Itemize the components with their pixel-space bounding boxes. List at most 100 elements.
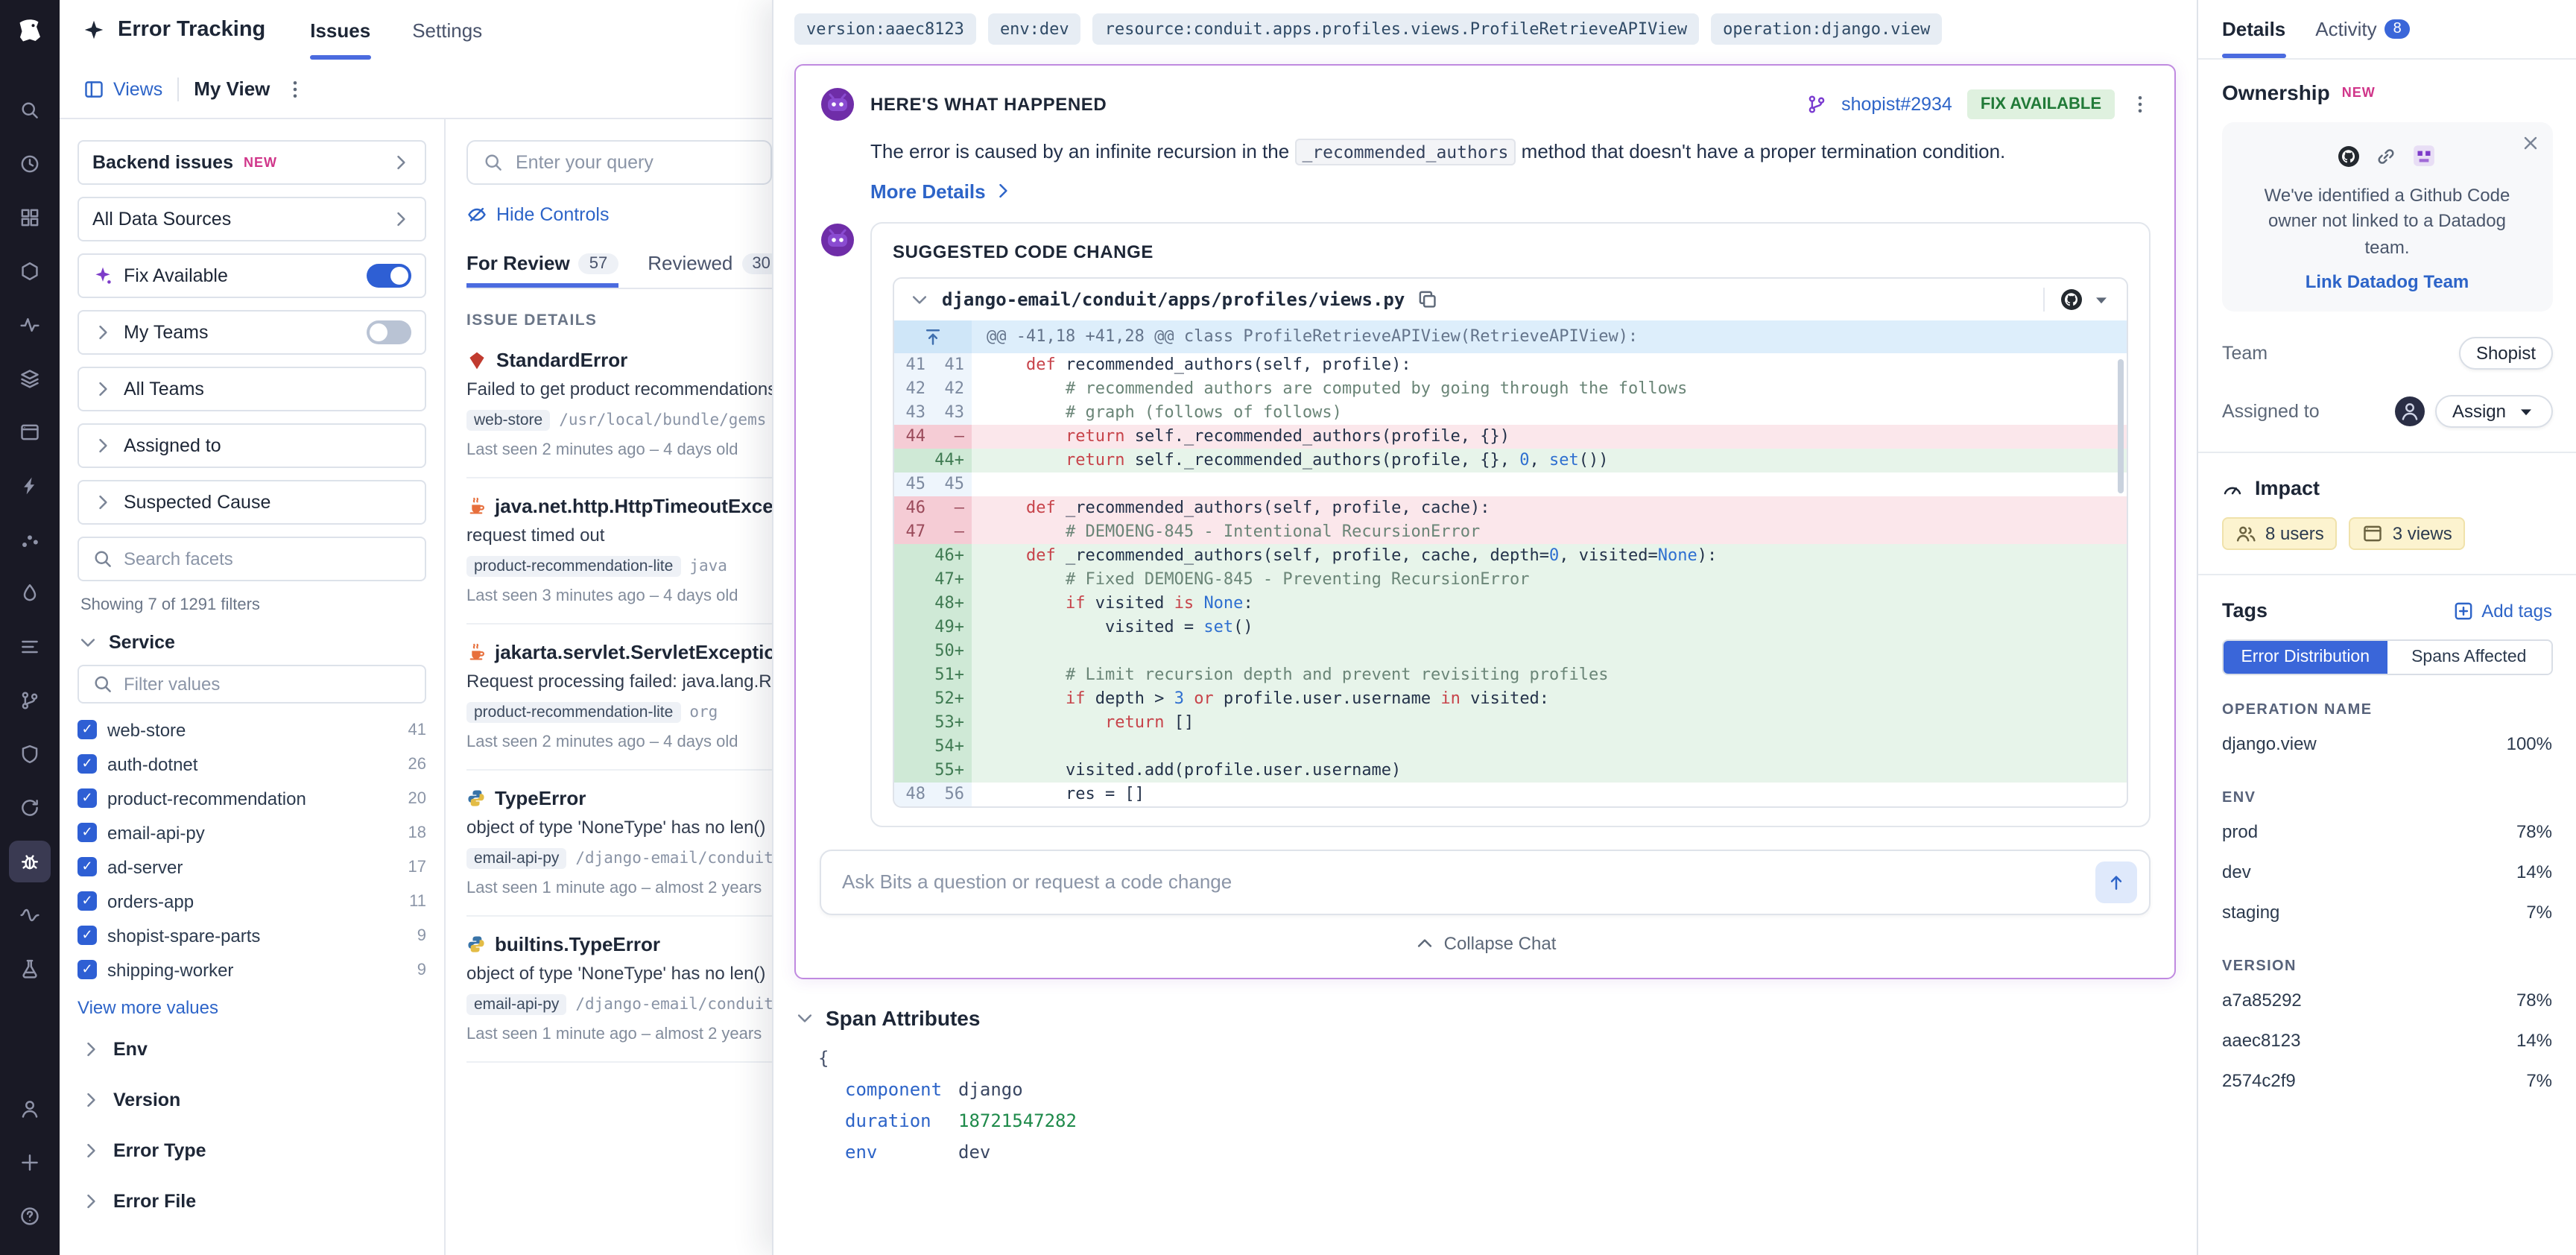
team-button[interactable]: Shopist <box>2460 337 2552 370</box>
tab-issues[interactable]: Issues <box>310 0 370 60</box>
facet-search[interactable] <box>77 537 426 581</box>
service-facet-header[interactable]: Service <box>77 632 426 653</box>
service-value-auth-dotnet[interactable]: ✓auth-dotnet26 <box>77 747 426 781</box>
monitors-nav-icon[interactable] <box>9 894 51 936</box>
notebooks-nav-icon[interactable] <box>9 948 51 990</box>
tag-pill[interactable]: resource:conduit.apps.profiles.views.Pro… <box>1093 13 1699 45</box>
assign-button[interactable]: Assign <box>2436 395 2552 428</box>
tab-reviewed[interactable]: Reviewed30 <box>648 243 772 288</box>
facet-version[interactable]: Version <box>77 1075 426 1125</box>
my-teams-toggle[interactable] <box>367 320 411 344</box>
help-nav-icon[interactable] <box>9 1195 51 1237</box>
facet-env[interactable]: Env <box>77 1024 426 1075</box>
my-teams-filter[interactable]: My Teams <box>77 310 426 355</box>
service-value-email-api-py[interactable]: ✓email-api-py18 <box>77 815 426 850</box>
distribution-row[interactable]: django.view100% <box>2222 723 2552 763</box>
checkbox-checked[interactable]: ✓ <box>77 823 97 842</box>
logs-nav-icon[interactable] <box>9 626 51 668</box>
tab-settings[interactable]: Settings <box>412 0 482 60</box>
tag-pill[interactable]: env:dev <box>988 13 1081 45</box>
apm-nav-icon[interactable] <box>9 304 51 346</box>
more-details-link[interactable]: More Details <box>870 180 2151 202</box>
checkbox-checked[interactable]: ✓ <box>77 926 97 945</box>
facet-all-teams[interactable]: All Teams <box>77 367 426 411</box>
error-tracking-nav-icon[interactable] <box>9 841 51 882</box>
data-sources-selector[interactable]: All Data Sources <box>77 197 426 241</box>
fix-available-filter[interactable]: Fix Available <box>77 253 426 298</box>
hide-controls-link[interactable]: Hide Controls <box>466 204 772 225</box>
issue-list-item[interactable]: StandardErrorFailed to get product recom… <box>466 332 772 478</box>
ci-pipelines-nav-icon[interactable] <box>9 680 51 721</box>
saved-view-selector[interactable]: Backend issues NEW <box>77 140 426 185</box>
tag-pill[interactable]: operation:django.view <box>1711 13 1942 45</box>
tag-pill[interactable]: version:aaec8123 <box>794 13 976 45</box>
datadog-logo-icon[interactable] <box>10 12 49 51</box>
checkbox-checked[interactable]: ✓ <box>77 960 97 979</box>
distribution-row[interactable]: staging7% <box>2222 891 2552 932</box>
tab-for-review[interactable]: For Review57 <box>466 243 618 288</box>
segment-error-distribution[interactable]: Error Distribution <box>2224 641 2387 674</box>
facet-error-file[interactable]: Error File <box>77 1176 426 1227</box>
facet-error-type[interactable]: Error Type <box>77 1125 426 1176</box>
issue-list-item[interactable]: java.net.http.HttpTimeoutExceptionreques… <box>466 478 772 625</box>
infrastructure-nav-icon[interactable] <box>9 250 51 292</box>
bits-chat-inputbar[interactable] <box>820 849 2151 914</box>
distribution-row[interactable]: dev14% <box>2222 851 2552 891</box>
synthetics-nav-icon[interactable] <box>9 787 51 829</box>
segment-spans-affected[interactable]: Spans Affected <box>2387 641 2551 674</box>
side-tab-activity[interactable]: Activity8 <box>2315 0 2410 58</box>
issue-list-item[interactable]: jakarta.servlet.ServletExceptionRequest … <box>466 625 772 771</box>
send-button[interactable] <box>2095 861 2137 902</box>
checkbox-checked[interactable]: ✓ <box>77 891 97 911</box>
distribution-row[interactable]: aaec812314% <box>2222 1020 2552 1060</box>
close-icon[interactable] <box>2519 133 2540 154</box>
service-value-shipping-worker[interactable]: ✓shipping-worker9 <box>77 952 426 987</box>
distribution-row[interactable]: 2574c2f97% <box>2222 1060 2552 1100</box>
checkbox-checked[interactable]: ✓ <box>77 754 97 774</box>
bits-options-kebab-icon[interactable] <box>2130 94 2151 115</box>
service-value-shopist-spare-parts[interactable]: ✓shopist-spare-parts9 <box>77 918 426 952</box>
link-datadog-team-link[interactable]: Link Datadog Team <box>2249 271 2525 292</box>
checkbox-checked[interactable]: ✓ <box>77 720 97 739</box>
distribution-row[interactable]: prod78% <box>2222 811 2552 851</box>
expand-diff-button[interactable] <box>894 320 972 353</box>
checkbox-checked[interactable]: ✓ <box>77 857 97 876</box>
fix-available-toggle[interactable] <box>367 264 411 288</box>
organization-nav-icon[interactable] <box>9 1088 51 1130</box>
facet-search-input[interactable] <box>124 549 411 569</box>
side-tab-details[interactable]: Details <box>2222 0 2285 58</box>
dashboards-nav-icon[interactable] <box>9 197 51 238</box>
pull-request-link[interactable]: shopist#2934 <box>1841 94 1952 115</box>
watchdog-nav-icon[interactable] <box>9 143 51 185</box>
chevron-down-icon[interactable] <box>909 288 930 309</box>
views-button[interactable]: Views <box>83 78 162 99</box>
view-more-values-link[interactable]: View more values <box>77 997 426 1018</box>
facet-suspected-cause[interactable]: Suspected Cause <box>77 480 426 525</box>
add-tags-button[interactable]: Add tags <box>2453 600 2552 621</box>
digital-experience-nav-icon[interactable] <box>9 411 51 453</box>
invite-user-nav-icon[interactable] <box>9 1142 51 1183</box>
collapse-chat-link[interactable]: Collapse Chat <box>820 932 2151 953</box>
llm-observability-nav-icon[interactable] <box>9 572 51 614</box>
span-attributes-header[interactable]: Span Attributes <box>794 1005 2176 1029</box>
facet-assigned-to[interactable]: Assigned to <box>77 423 426 468</box>
issue-list-item[interactable]: builtins.TypeErrorobject of type 'NoneTy… <box>466 917 772 1063</box>
actions-nav-icon[interactable] <box>9 465 51 507</box>
query-bar[interactable] <box>466 140 772 185</box>
github-actions-button[interactable] <box>2043 287 2112 311</box>
impact-badge-3-views[interactable]: 3 views <box>2349 517 2466 550</box>
security-nav-icon[interactable] <box>9 733 51 775</box>
workflows-nav-icon[interactable] <box>9 519 51 560</box>
bits-chat-input[interactable] <box>842 870 2095 893</box>
service-value-product-recommendation[interactable]: ✓product-recommendation20 <box>77 781 426 815</box>
checkbox-checked[interactable]: ✓ <box>77 788 97 808</box>
impact-badge-8-users[interactable]: 8 users <box>2222 517 2338 550</box>
diff-scrollbar[interactable] <box>2118 358 2124 493</box>
copy-icon[interactable] <box>1417 288 1437 309</box>
service-value-orders-app[interactable]: ✓orders-app11 <box>77 884 426 918</box>
service-value-web-store[interactable]: ✓web-store41 <box>77 712 426 747</box>
view-options-kebab-icon[interactable] <box>285 78 306 99</box>
search-nav-icon[interactable] <box>9 89 51 131</box>
distribution-row[interactable]: a7a8529278% <box>2222 979 2552 1020</box>
query-input[interactable] <box>516 152 756 173</box>
